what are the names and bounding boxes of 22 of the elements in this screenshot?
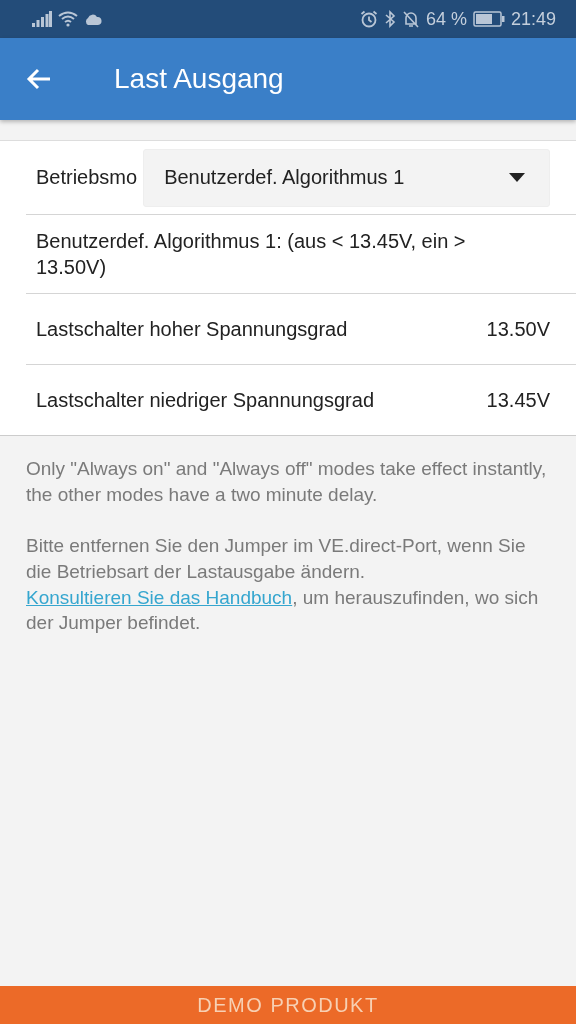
muted-bell-icon [401, 10, 420, 28]
cloud-icon [84, 13, 102, 25]
mode-dropdown[interactable]: Benutzerdef. Algorithmus 1 [143, 148, 550, 207]
back-arrow-icon [26, 68, 52, 90]
alarm-clock-icon [359, 10, 378, 28]
demo-label: DEMO PRODUKT [197, 993, 379, 1017]
battery-icon [472, 11, 505, 27]
setting-label: Lastschalter niedriger Spannungsgrad [36, 388, 374, 412]
mode-description: Benutzerdef. Algorithmus 1: (aus < 13.45V, ein > 13.50V) [36, 229, 467, 280]
jumper-note: Bitte entfernen Sie den Jumper im VE.direct-Port, wenn Sie die Betriebsart der Lastausgabe ändern. Konsultieren Sie das Handbuch, um herauszufinden, wo sich der Jumper befindet. [26, 534, 540, 636]
delay-note: Only "Always on" and "Always off" modes take effect instantly, the other modes have a two minute delay. [26, 457, 548, 507]
battery-percent: 64 % [425, 8, 467, 30]
bluetooth-icon [383, 10, 396, 28]
signal-icon [32, 11, 52, 27]
wifi-icon [58, 11, 78, 27]
setting-value: 13.45V [486, 388, 550, 412]
dropdown-caret-icon [509, 173, 525, 182]
screen-title: Last Ausgang [114, 63, 284, 95]
setting-value: 13.50V [486, 317, 550, 341]
mode-label: Betriebsmo [36, 166, 138, 189]
setting-label: Lastschalter hoher Spannungsgrad [36, 317, 348, 341]
clock-time: 21:49 [510, 8, 556, 30]
